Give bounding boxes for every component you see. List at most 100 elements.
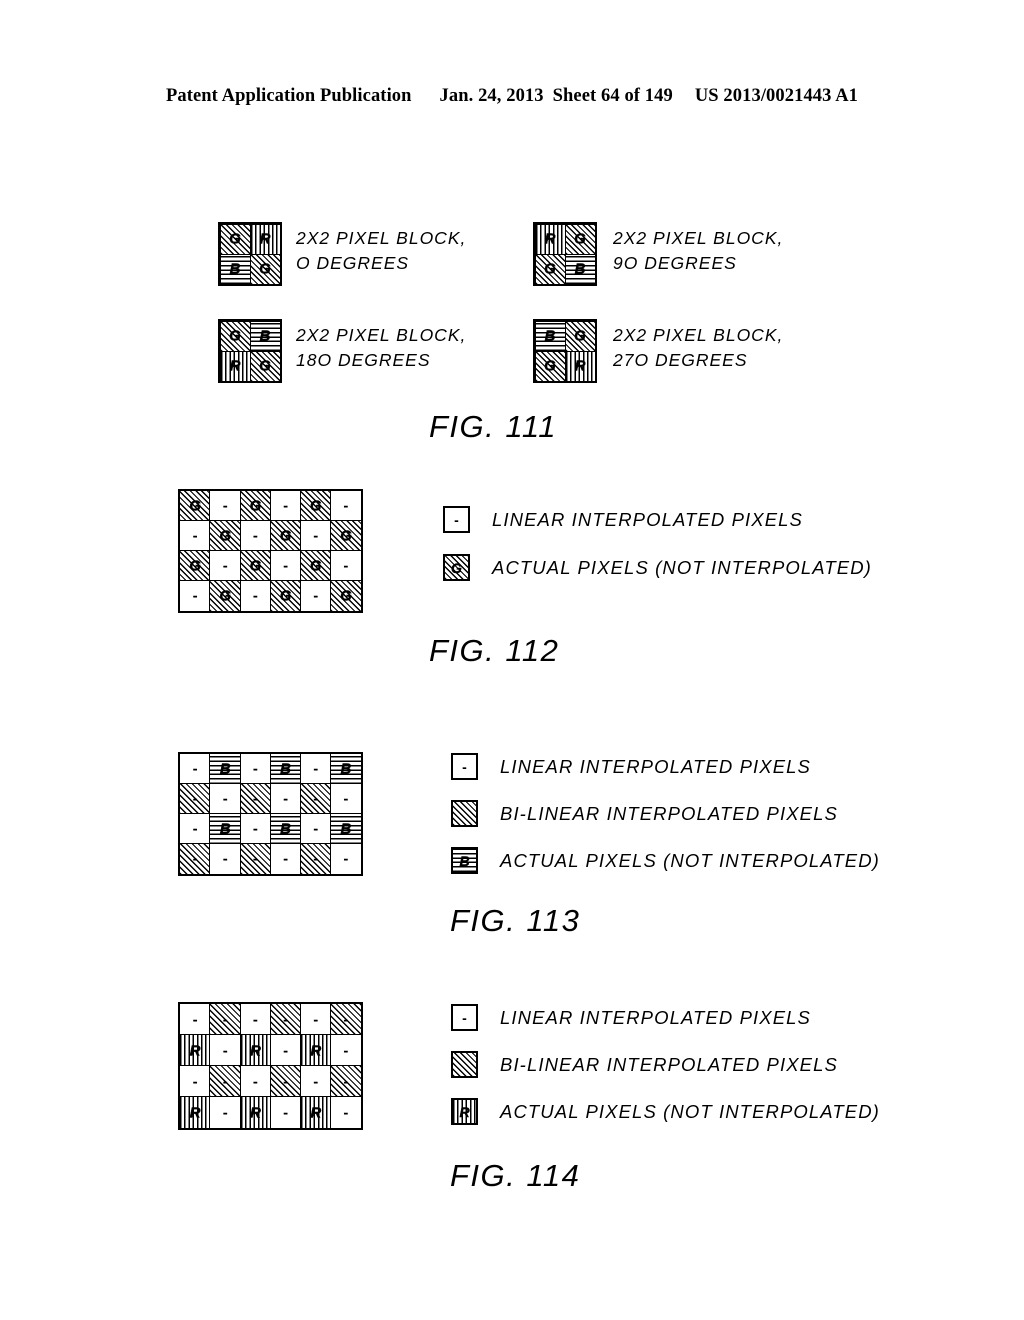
bilinear-pixel-cell: - <box>179 843 211 875</box>
dash-mark: - <box>283 850 289 868</box>
linear-pixel-cell: - <box>239 580 272 612</box>
linear-pixel-cell: - <box>179 1065 211 1098</box>
b-letter-glyph: B <box>229 260 241 278</box>
blue-pixel-cell: B <box>330 813 362 845</box>
dash-mark: - <box>222 1042 228 1059</box>
linear-pixel-cell: - <box>330 843 362 875</box>
dash-mark: - <box>192 1011 198 1028</box>
dash-mark: - <box>222 1011 228 1028</box>
header-sheet: Sheet 64 of 149 <box>552 86 673 106</box>
r-letter-glyph: R <box>574 357 586 375</box>
dash-mark: - <box>192 820 198 838</box>
g-letter-glyph: G <box>544 357 556 375</box>
g-letter-glyph: G <box>279 527 292 545</box>
g-letter-glyph: G <box>219 527 232 545</box>
pixel-block-90-degrees: RGGB <box>533 222 597 286</box>
legend-label: BI-LINEAR INTERPOLATED PIXELS <box>500 802 838 824</box>
dash-mark: - <box>283 557 289 575</box>
dash-mark: - <box>222 497 228 515</box>
pixel-block-90-degrees-label: 2X2 PIXEL BLOCK, 9O DEGREES <box>613 228 784 273</box>
patent-header: Patent Application Publication Jan. 24, 2… <box>0 86 1024 107</box>
b-letter-glyph: B <box>219 760 231 778</box>
linear-pixel-cell: - <box>239 813 272 845</box>
pixel-block-270-degrees-label: 2X2 PIXEL BLOCK, 27O DEGREES <box>613 325 784 370</box>
linear-pixel-cell: - <box>269 783 302 815</box>
green-pixel-cell: G <box>330 580 362 612</box>
blue-pixel-cell: B <box>269 813 302 845</box>
g-letter-glyph: G <box>249 557 262 575</box>
linear-pixel-cell: - <box>209 843 242 875</box>
green-pixel-cell: G <box>219 223 251 255</box>
b-letter-glyph: B <box>459 852 470 869</box>
legend-label: ACTUAL PIXELS (NOT INTERPOLATED) <box>492 556 872 578</box>
linear-pixel-cell: - <box>209 1096 242 1129</box>
dash-mark: - <box>343 1042 349 1059</box>
dash-mark: - <box>222 1104 228 1121</box>
linear-pixel-cell: - <box>269 1034 302 1067</box>
dash-mark: - <box>283 497 289 515</box>
g-letter-glyph: G <box>229 327 241 345</box>
red-pixel-cell: R <box>534 223 566 255</box>
blue-pixel-swatch: B <box>451 847 478 874</box>
dash-mark: - <box>192 790 198 808</box>
green-pixel-cell: G <box>534 253 566 285</box>
g-letter-glyph: G <box>259 260 271 278</box>
red-pixel-swatch: R <box>451 1098 478 1125</box>
linear-pixel-cell: - <box>299 1003 332 1036</box>
header-patent-number: US 2013/0021443 A1 <box>694 86 859 106</box>
blue-pixel-cell: B <box>534 320 566 352</box>
r-letter-glyph: R <box>229 357 241 375</box>
dash-mark: - <box>283 1073 289 1090</box>
r-letter-glyph: R <box>259 230 271 248</box>
linear-pixel-cell: - <box>209 490 242 522</box>
r-letter-glyph: R <box>310 1104 322 1121</box>
g-letter-glyph: G <box>189 557 201 575</box>
linear-pixel-cell: - <box>209 1034 242 1067</box>
green-pixel-cell: G <box>219 320 251 352</box>
linear-pixel-cell: - <box>299 813 332 845</box>
bilinear-pixel-cell: - <box>330 1003 362 1036</box>
red-pixel-cell: R <box>179 1096 211 1129</box>
linear-pixel-cell: - <box>299 1065 332 1098</box>
dash-mark: - <box>283 1104 289 1121</box>
dash-mark: - <box>313 760 319 778</box>
dash-mark: - <box>343 1104 349 1121</box>
dash-mark: - <box>283 1042 289 1059</box>
dash-mark: - <box>313 587 319 605</box>
linear-pixel-cell: - <box>330 490 362 522</box>
linear-pixel-cell: - <box>269 550 302 582</box>
dash-mark: - <box>313 820 319 838</box>
dash-mark: - <box>462 1009 467 1026</box>
g-letter-glyph: G <box>340 587 352 605</box>
bilinear-pixel-cell: - <box>209 1003 242 1036</box>
dash-mark: - <box>313 527 319 545</box>
g-letter-glyph: G <box>451 559 462 576</box>
legend-label: BI-LINEAR INTERPOLATED PIXELS <box>500 1053 838 1075</box>
linear-pixel-cell: - <box>179 520 211 552</box>
linear-pixel-swatch: - <box>451 1004 478 1031</box>
bilinear-pixel-swatch <box>451 800 478 827</box>
linear-pixel-cell: - <box>239 1065 272 1098</box>
green-pixel-cell: G <box>269 520 302 552</box>
linear-pixel-cell: - <box>179 1003 211 1036</box>
linear-pixel-cell: - <box>299 580 332 612</box>
r-letter-glyph: R <box>189 1042 201 1059</box>
r-letter-glyph: R <box>189 1104 201 1121</box>
b-letter-glyph: B <box>574 260 586 278</box>
dash-mark: - <box>222 1073 228 1090</box>
pixel-grid-114: - - - - - - R - R - R - - - - - - - R - R - R - <box>178 1002 363 1130</box>
blue-pixel-cell: B <box>249 320 281 352</box>
legend-112: - LINEAR INTERPOLATED PIXELS G ACTUAL PIXEL… <box>443 506 872 602</box>
red-pixel-cell: R <box>299 1034 332 1067</box>
green-pixel-cell: G <box>299 550 332 582</box>
dash-mark: - <box>252 587 258 605</box>
bilinear-pixel-cell: - <box>299 783 332 815</box>
bilinear-pixel-swatch <box>451 1051 478 1078</box>
green-pixel-cell: G <box>209 580 242 612</box>
linear-pixel-cell: - <box>179 580 211 612</box>
b-letter-glyph: B <box>280 820 291 838</box>
legend-label: LINEAR INTERPOLATED PIXELS <box>492 508 803 530</box>
b-letter-glyph: B <box>280 760 291 778</box>
blue-pixel-cell: B <box>330 753 362 785</box>
linear-pixel-cell: - <box>330 550 362 582</box>
